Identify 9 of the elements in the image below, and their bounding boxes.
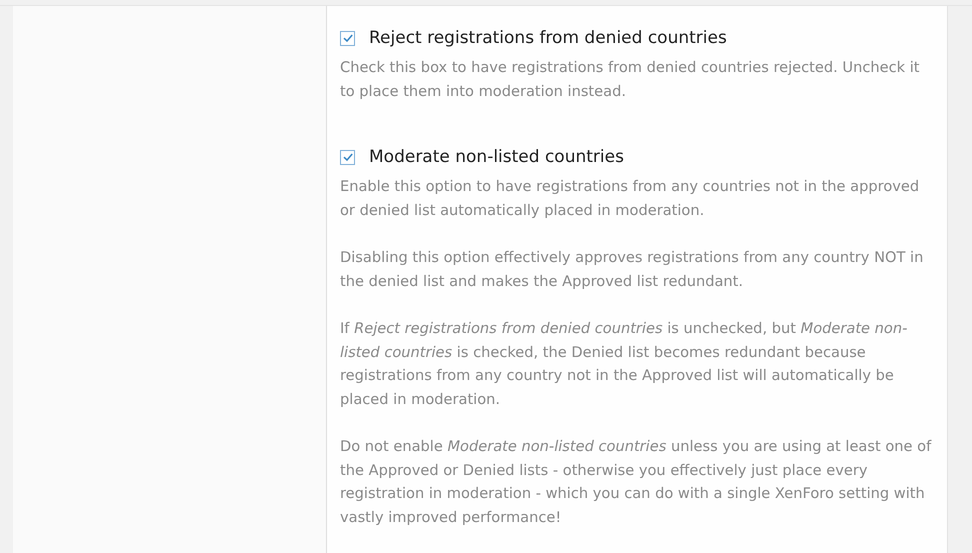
option-description: If Reject registrations from denied countries is unchecked, but Moderate non-listed countries is checked, the Denied list becomes redundant because registrations from any country not in the Approved list will automatically be placed in moderation. — [340, 319, 908, 410]
option-description: Enable this option to have registrations from any countries not in the approved or denied list automatically placed in moderation. — [340, 177, 920, 220]
checkbox[interactable] — [340, 30, 355, 46]
option-label[interactable]: Moderate non-listed countries — [369, 143, 624, 171]
option-description: Do not enable Moderate non-listed countries unless you are using at least one of the Approved or Denied lists - otherwise you effectively just place every registration in moderation - which you can do with a single XenForo setting with vastly improved performance! — [340, 437, 932, 528]
checkbox[interactable] — [340, 150, 355, 164]
option-description: Check this box to have registrations from denied countries rejected. Uncheck it to place them into moderation instead. — [340, 58, 921, 102]
option-label[interactable]: Reject registrations from denied countries — [369, 24, 727, 52]
option-description: Disabling this option effectively approves registrations from any country NOT in the denied list and makes the Approved list redundant. — [340, 248, 924, 292]
